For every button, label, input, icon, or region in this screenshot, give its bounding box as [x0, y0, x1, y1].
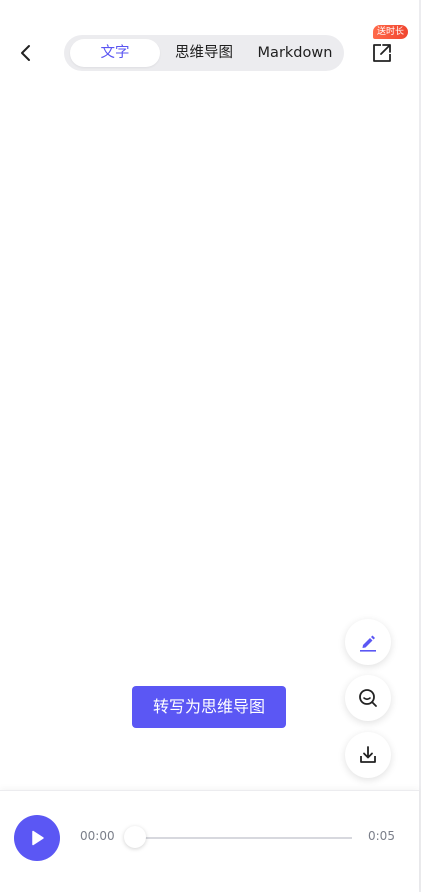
share-external-icon [373, 44, 391, 62]
play-button[interactable] [14, 815, 60, 861]
tab-markdown[interactable]: Markdown [250, 39, 340, 67]
page: 文字 思维导图 Markdown 送时长 转写为思维导图 00:00 0:05 [0, 0, 421, 892]
progress-track[interactable] [126, 837, 352, 839]
download-icon [360, 746, 376, 763]
convert-to-mindmap-button[interactable]: 转写为思维导图 [132, 686, 286, 728]
search-button[interactable] [345, 675, 391, 721]
edit-button[interactable] [345, 619, 391, 665]
tab-text[interactable]: 文字 [70, 39, 160, 67]
audio-player: 00:00 0:05 [0, 790, 419, 892]
download-button[interactable] [345, 732, 391, 778]
share-button[interactable] [366, 38, 398, 68]
chevron-left-icon [21, 45, 30, 61]
progress-thumb[interactable] [124, 826, 146, 848]
pencil-icon [360, 635, 376, 652]
view-tabs: 文字 思维导图 Markdown [64, 35, 344, 71]
promo-badge: 送时长 [373, 25, 409, 39]
search-icon [359, 689, 377, 707]
play-icon [32, 830, 44, 846]
back-button[interactable] [12, 39, 40, 67]
current-time: 00:00 [80, 829, 115, 843]
total-time: 0:05 [368, 829, 395, 843]
tab-mindmap[interactable]: 思维导图 [164, 39, 244, 67]
